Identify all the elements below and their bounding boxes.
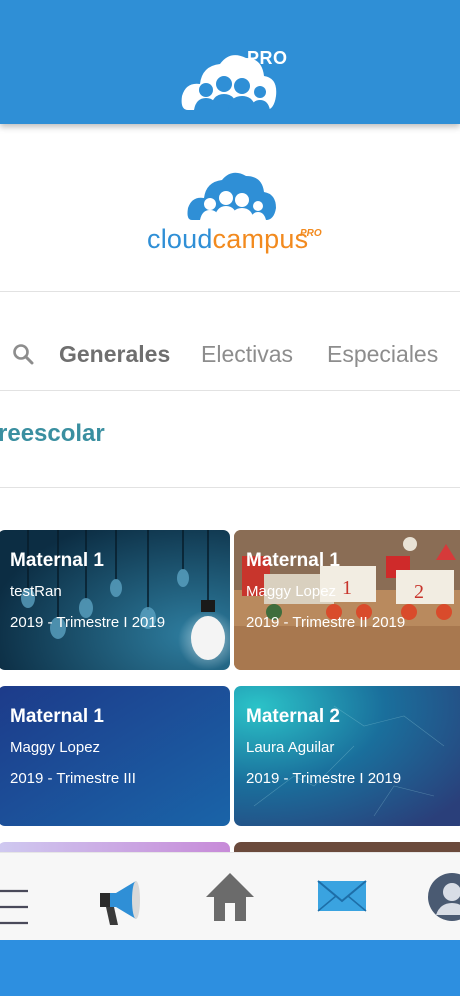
course-period: 2019 - Trimestre II 2019	[246, 614, 406, 631]
pro-badge: PRO	[247, 48, 288, 68]
brand-panel: cloudcampus PRO	[0, 124, 460, 292]
megaphone-icon[interactable]	[92, 869, 148, 925]
category-tabs: Generales Electivas Especiales	[0, 293, 460, 391]
course-teacher: Maggy Lopez	[246, 583, 337, 600]
course-period: 2019 - Trimestre III	[10, 770, 136, 787]
course-title: Maternal 1	[10, 550, 104, 571]
course-period: 2019 - Trimestre I 2019	[246, 770, 402, 787]
course-teacher: Maggy Lopez	[10, 739, 101, 756]
hamburger-menu-icon[interactable]	[0, 869, 36, 925]
brand-pro-badge: PRO	[300, 228, 322, 239]
envelope-icon[interactable]	[314, 869, 370, 925]
course-card[interactable]: Maternal 1 Maggy Lopez 2019 - Trimestre …	[0, 686, 230, 826]
brand-word-cloud: cloud	[147, 224, 213, 254]
svg-text:2: 2	[414, 581, 424, 603]
home-icon[interactable]	[202, 869, 258, 925]
svg-text:1: 1	[342, 577, 352, 599]
top-app-bar: PRO	[0, 0, 460, 124]
section-title: reescolar	[0, 420, 105, 447]
section-header: reescolar	[0, 392, 460, 488]
tab-electivas[interactable]: Electivas	[201, 341, 293, 368]
course-title: Maternal 1	[10, 706, 104, 727]
course-teacher: Laura Aguilar	[246, 739, 335, 756]
cloud-people-icon	[187, 172, 276, 220]
course-teacher: testRan	[10, 583, 62, 600]
tab-especiales[interactable]: Especiales	[327, 341, 438, 368]
brand-word-campus: campus	[212, 224, 309, 254]
course-title: Maternal 2	[246, 706, 340, 727]
avatar-icon[interactable]	[424, 869, 460, 925]
course-title: Maternal 1	[246, 550, 340, 571]
course-period: 2019 - Trimestre I 2019	[10, 614, 166, 631]
bottom-navigation	[0, 852, 460, 940]
brand-wordmark: cloudcampus	[147, 224, 308, 255]
course-card[interactable]: 1 2 Maternal 1 Maggy Lopez 2019 - Trimes…	[234, 530, 460, 670]
course-card[interactable]: Maternal 1 testRan 2019 - Trimestre I 20…	[0, 530, 230, 670]
search-icon[interactable]	[12, 343, 34, 365]
tab-generales[interactable]: Generales	[59, 341, 170, 368]
system-bottom-bar	[0, 940, 460, 996]
course-card[interactable]: Maternal 2 Laura Aguilar 2019 - Trimestr…	[234, 686, 460, 826]
